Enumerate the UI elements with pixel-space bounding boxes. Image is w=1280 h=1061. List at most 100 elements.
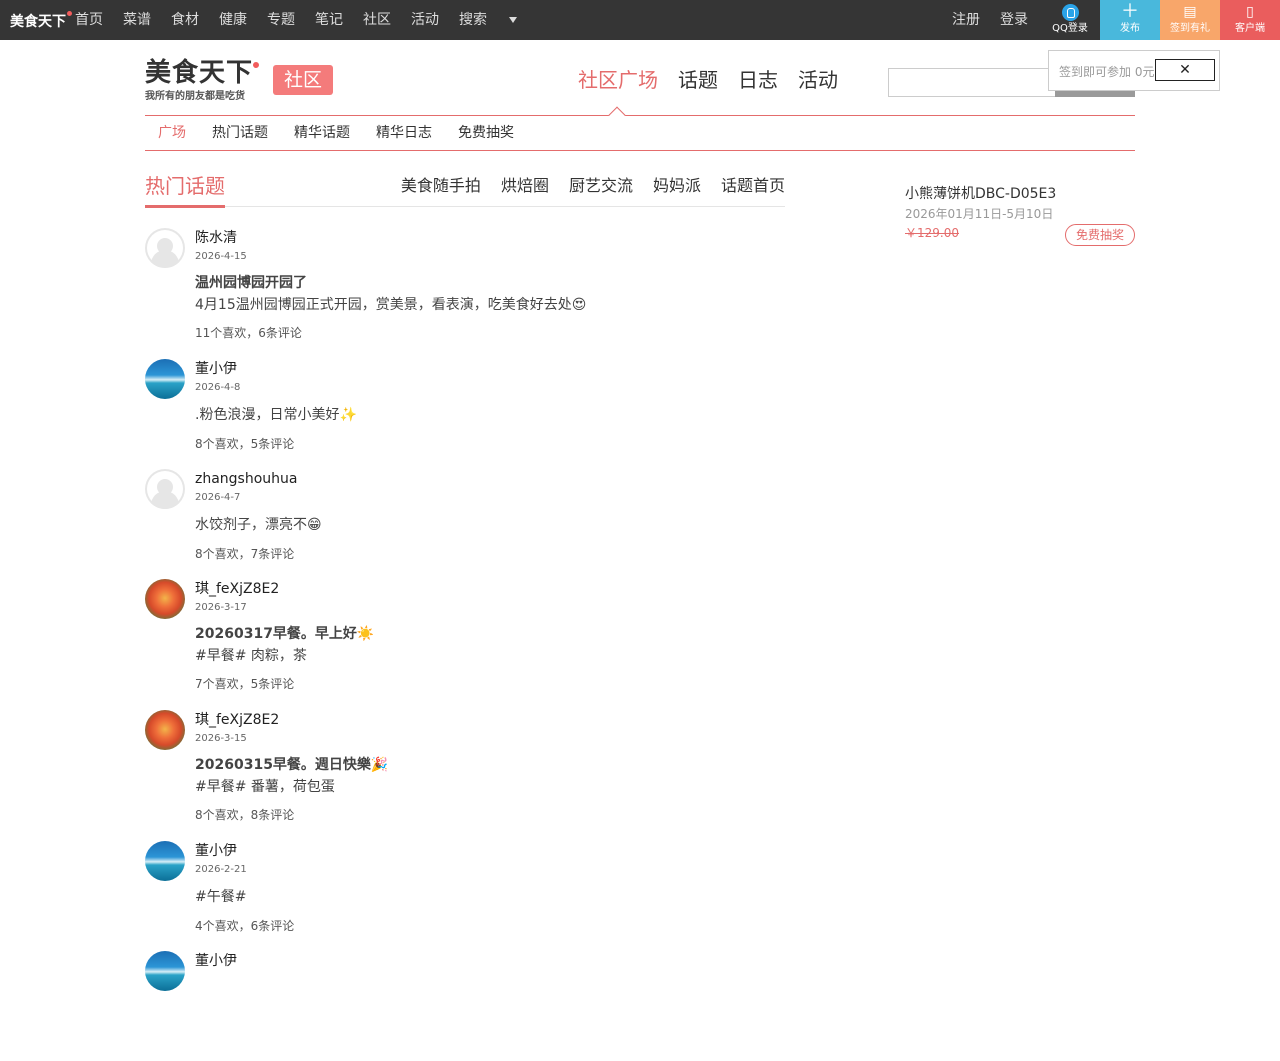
avatar[interactable] — [145, 951, 185, 991]
nav-community-square[interactable]: 社区广场 — [578, 66, 658, 94]
top-brand[interactable]: 美食天下 — [10, 11, 72, 31]
tab-food-snapshots[interactable]: 美食随手拍 — [401, 174, 481, 198]
top-nav-recipes[interactable]: 菜谱 — [123, 0, 151, 40]
list-item: 董小伊 2026-4-8 .粉色浪漫，日常小美好✨ 8个喜欢，5条评论 — [145, 359, 785, 469]
list-item: 琪_feXjZ8E2 2026-3-15 20260315早餐。週日快樂🎉 #早… — [145, 710, 785, 841]
subnav-hot-topics[interactable]: 热门话题 — [199, 116, 281, 150]
chevron-down-icon[interactable] — [509, 17, 517, 23]
sign-in-tooltip-text: 签到即可参加 0元 — [1059, 65, 1155, 79]
post-stats: 8个喜欢，8条评论 — [195, 808, 295, 822]
tab-baking[interactable]: 烘焙圈 — [501, 174, 549, 198]
avatar[interactable] — [145, 228, 185, 268]
nav-topics[interactable]: 话题 — [678, 66, 718, 94]
list-item: 董小伊 — [145, 951, 785, 1061]
sign-in-gift-label: 签到有礼 — [1170, 23, 1210, 34]
post-author[interactable]: zhangshouhua — [195, 469, 298, 489]
top-nav-search[interactable]: 搜索 — [459, 0, 487, 40]
login-link[interactable]: 登录 — [1000, 0, 1028, 40]
community-badge: 社区 — [273, 65, 333, 95]
top-nav-home[interactable]: 首页 — [75, 0, 103, 40]
top-nav-topics[interactable]: 专题 — [267, 0, 295, 40]
post-body[interactable]: 4月15温州园博园正式开园，赏美景，看表演，吃美食好去处😍 — [195, 295, 586, 315]
lottery-price: ￥129.00 — [905, 226, 959, 240]
qq-login-label: QQ登录 — [1052, 23, 1088, 34]
section-tabs: 美食随手拍 烘焙圈 厨艺交流 妈妈派 话题首页 — [381, 174, 785, 198]
tab-cooking-exchange[interactable]: 厨艺交流 — [569, 174, 633, 198]
client-app-label: 客户端 — [1235, 23, 1265, 34]
list-item: 陈水清 2026-4-15 温州园博园开园了 4月15温州园博园正式开园，赏美景… — [145, 228, 785, 359]
register-link[interactable]: 注册 — [952, 0, 980, 40]
top-nav-events[interactable]: 活动 — [411, 0, 439, 40]
post-body[interactable]: #午餐# — [195, 887, 246, 907]
post-author[interactable]: 董小伊 — [195, 359, 237, 379]
community-main-nav: 社区广场 话题 日志 活动 — [578, 66, 858, 94]
post-author[interactable]: 董小伊 — [195, 951, 237, 971]
list-item: zhangshouhua 2026-4-7 水饺剂子，漂亮不😁 8个喜欢，7条评… — [145, 469, 785, 579]
post-stats: 4个喜欢，6条评论 — [195, 919, 295, 933]
top-nav-ingredients[interactable]: 食材 — [171, 0, 199, 40]
post-author[interactable]: 琪_feXjZ8E2 — [195, 579, 279, 599]
post-body[interactable]: 水饺剂子，漂亮不😁 — [195, 515, 322, 535]
free-lottery-button[interactable]: 免费抽奖 — [1065, 224, 1135, 246]
nav-events[interactable]: 活动 — [798, 66, 838, 94]
post-title[interactable]: 20260315早餐。週日快樂🎉 — [195, 755, 388, 775]
sign-in-gift-button[interactable]: ▤ 签到有礼 — [1160, 0, 1220, 40]
top-nav: 首页 菜谱 食材 健康 专题 笔记 社区 活动 搜索 — [75, 0, 517, 40]
sub-nav: 广场 热门话题 精华话题 精华日志 免费抽奖 — [145, 116, 1135, 150]
post-author[interactable]: 琪_feXjZ8E2 — [195, 710, 279, 730]
client-app-button[interactable]: ▯ 客户端 — [1220, 0, 1280, 40]
section-divider — [145, 206, 785, 207]
post-date: 2026-2-21 — [195, 864, 247, 875]
post-stats: 11个喜欢，6条评论 — [195, 326, 302, 340]
close-button[interactable]: ✕ — [1155, 59, 1215, 81]
avatar[interactable] — [145, 710, 185, 750]
post-body[interactable]: #早餐# 肉粽，茶 — [195, 646, 307, 666]
publish-label: 发布 — [1120, 23, 1140, 34]
subnav-free-lottery[interactable]: 免费抽奖 — [445, 116, 527, 150]
lottery-date-range: 2026年01月11日-5月10日 — [905, 207, 1054, 221]
site-logo[interactable]: 美食天下 我所有的朋友都是吃货 — [145, 58, 260, 104]
tab-moms[interactable]: 妈妈派 — [653, 174, 701, 198]
post-body[interactable]: #早餐# 番薯，荷包蛋 — [195, 777, 335, 797]
lottery-product-title[interactable]: 小熊薄饼机DBC-D05E3 — [905, 185, 1056, 203]
post-date: 2026-4-7 — [195, 492, 241, 503]
post-stats: 8个喜欢，7条评论 — [195, 547, 295, 561]
post-date: 2026-4-15 — [195, 251, 247, 262]
list-item: 董小伊 2026-2-21 #午餐# 4个喜欢，6条评论 — [145, 841, 785, 951]
post-title[interactable]: 温州园博园开园了 — [195, 273, 307, 293]
plus-icon: ＋ — [1121, 1, 1139, 22]
search-input[interactable] — [888, 68, 1056, 97]
qq-login-button[interactable]: QQ登录 — [1040, 0, 1100, 40]
publish-button[interactable]: ＋ 发布 — [1100, 0, 1160, 40]
post-date: 2026-3-17 — [195, 602, 247, 613]
top-nav-health[interactable]: 健康 — [219, 0, 247, 40]
avatar[interactable] — [145, 359, 185, 399]
top-nav-community[interactable]: 社区 — [363, 0, 391, 40]
list-item: 琪_feXjZ8E2 2026-3-17 20260317早餐。早上好☀️ #早… — [145, 579, 785, 710]
avatar[interactable] — [145, 841, 185, 881]
subnav-featured-journals[interactable]: 精华日志 — [363, 116, 445, 150]
section-title[interactable]: 热门话题 — [145, 172, 225, 200]
subnav-square[interactable]: 广场 — [145, 116, 199, 150]
tab-topics-home[interactable]: 话题首页 — [721, 174, 785, 198]
logo-text: 美食天下 — [145, 58, 254, 88]
subnav-featured-topics[interactable]: 精华话题 — [281, 116, 363, 150]
post-date: 2026-3-15 — [195, 733, 247, 744]
section-title-underline — [145, 205, 225, 208]
subnav-divider — [145, 150, 1135, 151]
qq-icon — [1061, 4, 1079, 21]
post-date: 2026-4-8 — [195, 382, 241, 393]
avatar[interactable] — [145, 579, 185, 619]
post-author[interactable]: 董小伊 — [195, 841, 237, 861]
nav-journals[interactable]: 日志 — [738, 66, 778, 94]
sign-in-tooltip: 签到即可参加 0元 ✕ — [1048, 50, 1220, 91]
phone-icon: ▯ — [1246, 4, 1254, 20]
post-author[interactable]: 陈水清 — [195, 228, 237, 248]
post-title[interactable]: 20260317早餐。早上好☀️ — [195, 624, 374, 644]
top-nav-notes[interactable]: 笔记 — [315, 0, 343, 40]
post-stats: 8个喜欢，5条评论 — [195, 437, 295, 451]
logo-slogan: 我所有的朋友都是吃货 — [145, 91, 245, 102]
post-stats: 7个喜欢，5条评论 — [195, 677, 295, 691]
post-body[interactable]: .粉色浪漫，日常小美好✨ — [195, 405, 357, 425]
avatar[interactable] — [145, 469, 185, 509]
